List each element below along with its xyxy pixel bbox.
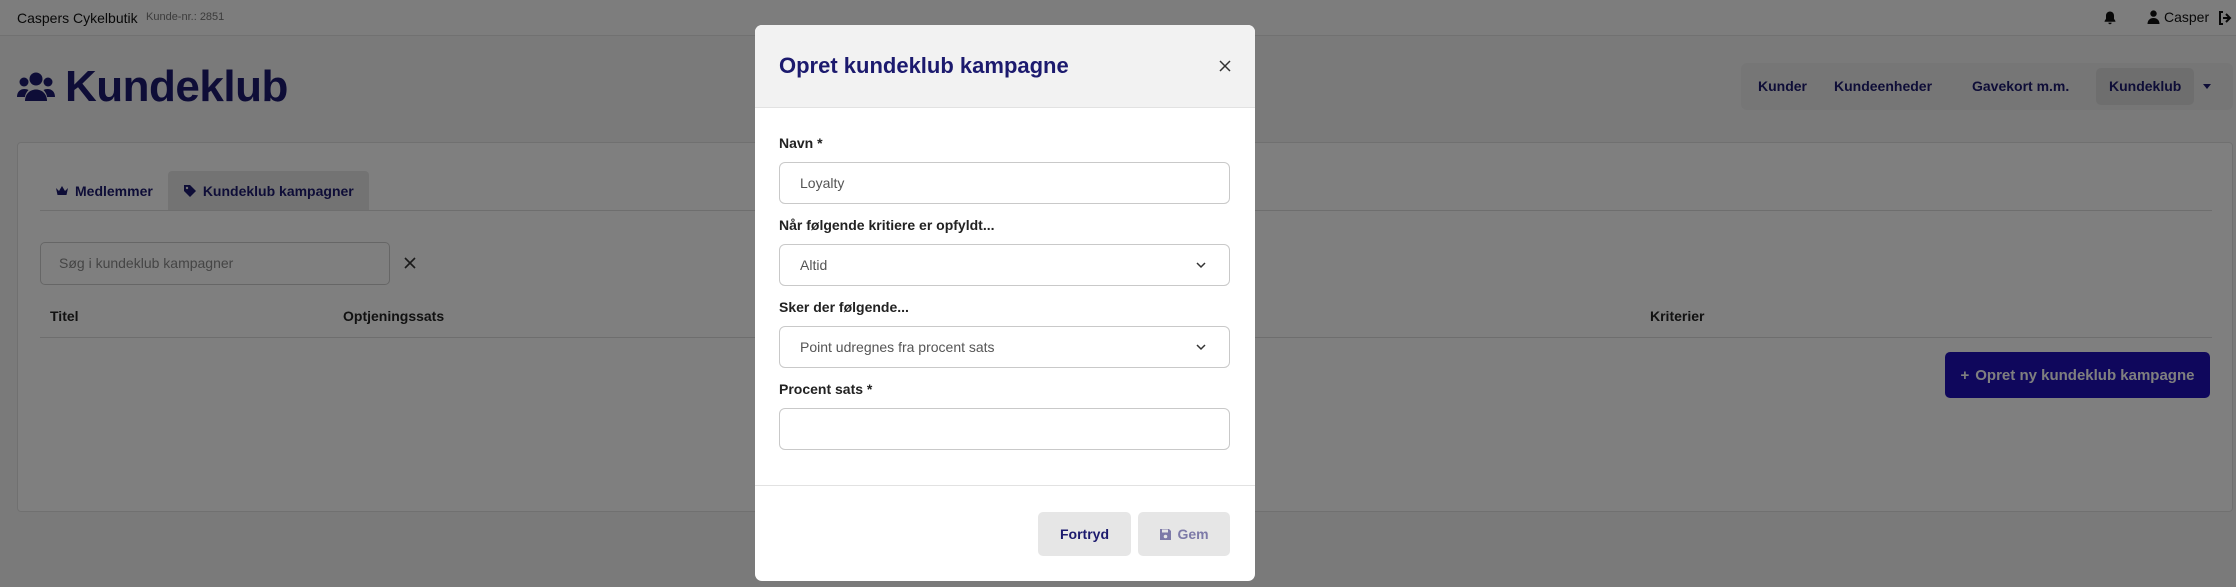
floppy-disk-icon: [1160, 528, 1172, 540]
modal-title: Opret kundeklub kampagne: [779, 53, 1069, 78]
criteria-label: Når følgende kritiere er opfyldt...: [779, 217, 995, 233]
create-campaign-modal: Opret kundeklub kampagne Navn * Loyalty …: [755, 25, 1255, 581]
cancel-button[interactable]: Fortryd: [1038, 512, 1131, 556]
chevron-down-icon: [1196, 262, 1206, 269]
action-label: Sker der følgende...: [779, 299, 909, 315]
criteria-select-value: Altid: [800, 257, 828, 273]
chevron-down-icon: [1196, 344, 1206, 351]
percent-label: Procent sats *: [779, 381, 873, 397]
save-label: Gem: [1177, 526, 1209, 542]
criteria-select[interactable]: Altid: [779, 244, 1230, 286]
close-icon[interactable]: [1218, 59, 1232, 73]
name-input[interactable]: Loyalty: [779, 162, 1230, 204]
modal-footer-divider: [755, 485, 1255, 486]
action-select-value: Point udregnes fra procent sats: [800, 339, 995, 355]
modal-header: Opret kundeklub kampagne: [755, 25, 1255, 108]
percent-input[interactable]: [779, 408, 1230, 450]
save-button[interactable]: Gem: [1138, 512, 1230, 556]
action-select[interactable]: Point udregnes fra procent sats: [779, 326, 1230, 368]
name-label: Navn *: [779, 135, 823, 151]
